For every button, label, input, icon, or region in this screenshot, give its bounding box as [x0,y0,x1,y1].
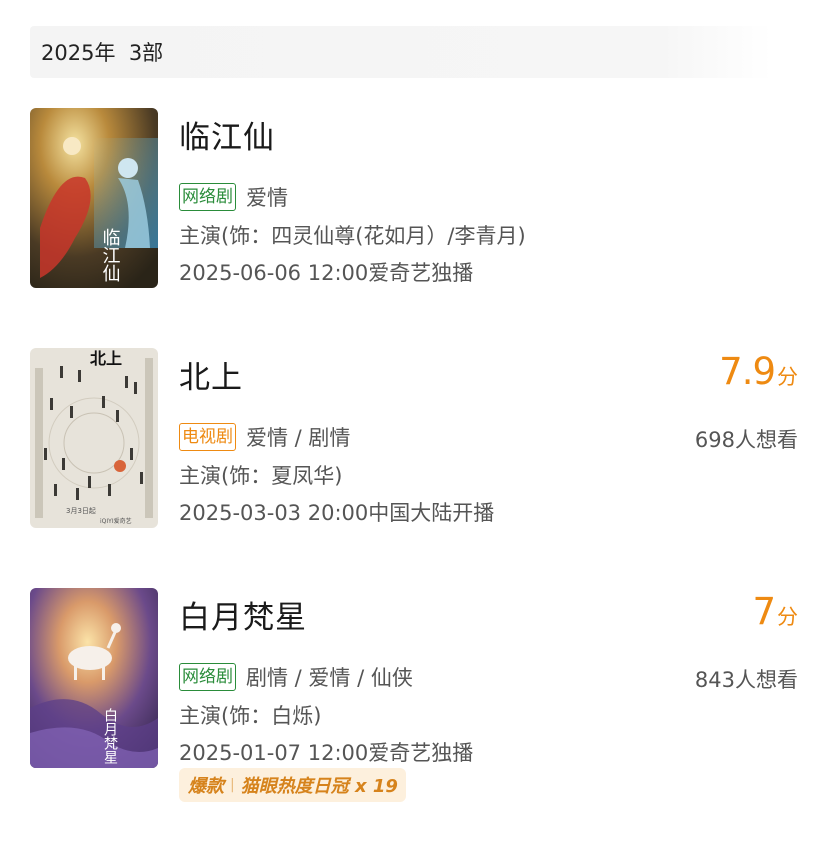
year-header: 2025年 3部 [30,26,772,78]
item-title[interactable]: 北上 [179,352,243,397]
poster-title-text: 白月梵星 [102,708,118,764]
want-count: 698人想看 [694,428,798,452]
poster-title-text: 临江仙 [100,228,121,282]
list-item-baiyuefanxing[interactable]: 白月梵星 白月梵星 7分 网络剧 剧情 / 爱情 / 仙侠 843人想看 主演(… [30,588,800,802]
hot-badge[interactable]: 爆款 | 猫眼热度日冠 x 19 [179,768,406,802]
item-title[interactable]: 白月梵星 [179,592,307,637]
poster-baiyuefanxing-art: 白月梵星 [30,588,158,768]
poster-date-text: 3月3日起 [66,507,96,515]
score-unit: 分 [777,365,798,389]
release-line: 2025-01-07 12:00爱奇艺独播 [179,741,474,765]
score-unit: 分 [777,605,798,629]
item-title[interactable]: 临江仙 [179,112,275,157]
hot-badge-divider: | [230,777,235,793]
poster-image[interactable]: 白月梵星 [30,588,158,768]
release-line: 2025-03-03 20:00中国大陆开播 [179,501,495,525]
list-item-linjiangxian[interactable]: 临江仙 临江仙 网络剧 爱情 主演(饰：四灵仙尊(花如月）/李青月) 2025-… [30,108,800,288]
release-line: 2025-06-06 12:00爱奇艺独播 [179,261,474,285]
score-value: 7.9 [719,350,776,393]
hot-badge-text: 猫眼热度日冠 x 19 [240,776,398,797]
genres: 爱情 [246,186,288,210]
type-tag: 网络剧 [179,663,236,691]
poster-title-text: 北上 [90,349,122,368]
poster-beishang-art: 北上 3月3日起 iQIYI爱奇艺 [30,348,158,528]
cast-line: 主演(饰：夏凤华) [179,464,343,488]
cast-line: 主演(饰：四灵仙尊(花如月）/李青月) [179,224,526,248]
poster-image[interactable]: 临江仙 [30,108,158,288]
want-count: 843人想看 [694,668,798,692]
score: 7分 [752,590,798,633]
year-label: 2025年 [41,41,116,65]
score-value: 7 [752,590,776,633]
genres: 爱情 / 剧情 [246,426,351,450]
type-tag: 电视剧 [179,423,236,451]
poster-linjiangxian-art: 临江仙 [30,108,158,288]
genres: 剧情 / 爱情 / 仙侠 [246,666,413,690]
poster-brand-text: iQIYI爱奇艺 [100,517,132,525]
poster-image[interactable]: 北上 3月3日起 iQIYI爱奇艺 [30,348,158,528]
list-item-beishang[interactable]: 北上 3月3日起 iQIYI爱奇艺 北上 7.9分 电视剧 爱情 / 剧情 69… [30,348,800,528]
hot-badge-label: 爆款 [188,776,224,797]
year-count: 3部 [128,41,164,65]
score: 7.9分 [719,350,798,393]
cast-line: 主演(饰：白烁) [179,704,322,728]
type-tag: 网络剧 [179,183,236,211]
